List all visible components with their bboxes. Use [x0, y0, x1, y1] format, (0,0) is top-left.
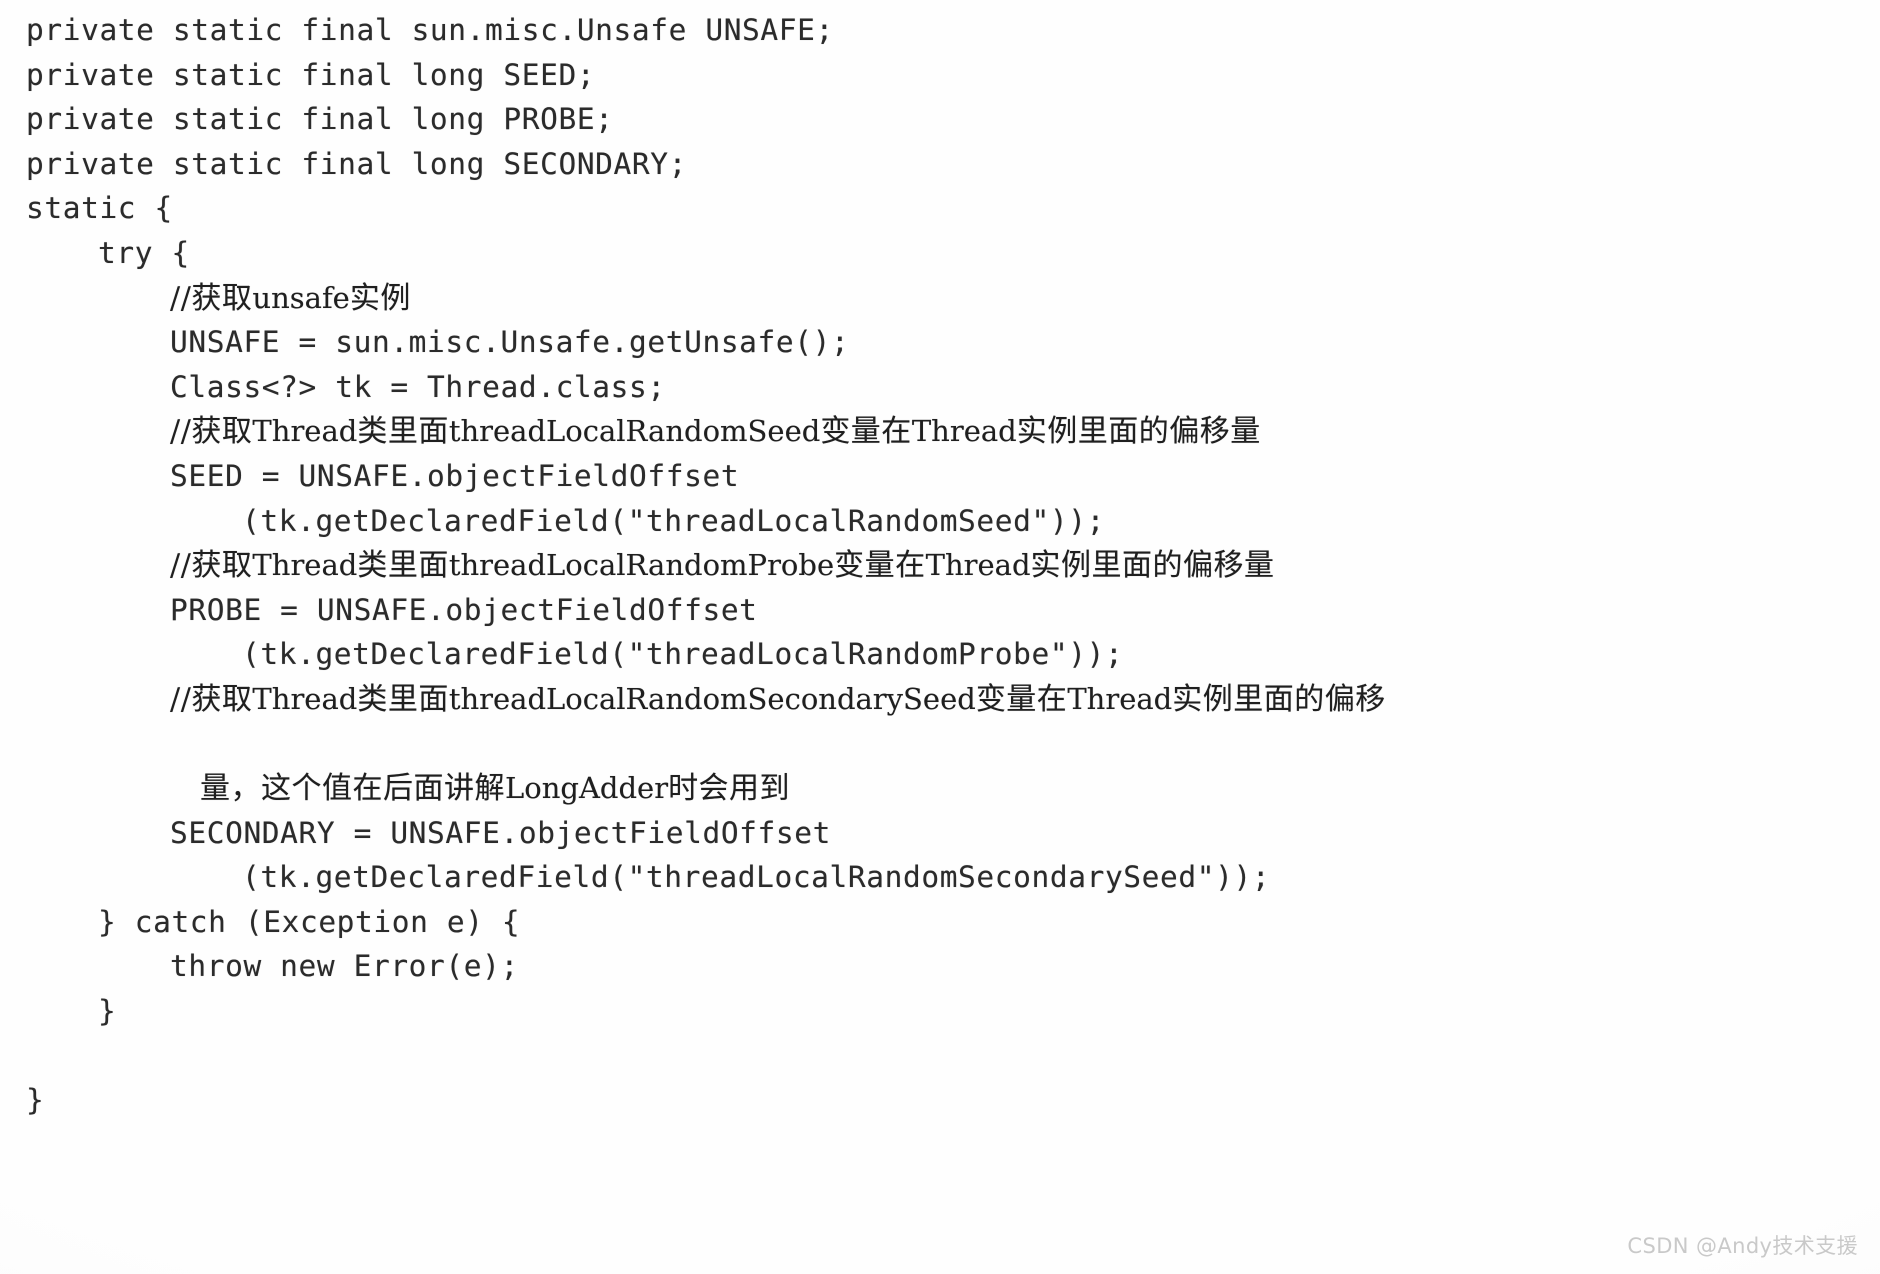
code-line: SECONDARY = UNSAFE.objectFieldOffset	[0, 811, 1880, 856]
comment-identifier: Thread	[911, 414, 1017, 449]
code-line: private static final sun.misc.Unsafe UNS…	[0, 8, 1880, 53]
comment-slashes: //	[170, 414, 192, 450]
comment-identifier: Thread	[252, 414, 358, 449]
code-line: //获取unsafe实例	[0, 276, 1880, 321]
comment-identifier: Thread	[1067, 681, 1173, 716]
comment-identifier: Thread	[252, 548, 358, 583]
chinese-comment-text: 时会用到	[668, 771, 791, 807]
code-line: }	[0, 1078, 1880, 1123]
chinese-comment-text: 获取	[191, 681, 253, 717]
code-listing: private static final sun.misc.Unsafe UNS…	[0, 0, 1880, 1123]
chinese-comment-text: 变量在	[834, 548, 926, 584]
code-text: Class<?> tk = Thread.class;	[170, 369, 666, 404]
chinese-comment-text: 获取	[191, 548, 253, 584]
code-line: (tk.getDeclaredField("threadLocalRandomP…	[0, 632, 1880, 677]
comment-slashes: //	[170, 681, 192, 717]
code-line: throw new Error(e);	[0, 944, 1880, 989]
code-line: SEED = UNSAFE.objectFieldOffset	[0, 454, 1880, 499]
code-text: private static final sun.misc.Unsafe UNS…	[26, 13, 834, 47]
code-line: static {	[0, 186, 1880, 231]
code-line: private static final long PROBE;	[0, 97, 1880, 142]
code-line: private static final long SECONDARY;	[0, 142, 1880, 187]
code-line: Class<?> tk = Thread.class;	[0, 365, 1880, 410]
code-text: private static final long SECONDARY;	[26, 146, 687, 181]
code-line: //获取Thread类里面threadLocalRandomSeed变量在Thr…	[0, 409, 1880, 454]
chinese-comment-text: 变量在	[820, 414, 912, 450]
code-line: try {	[0, 231, 1880, 276]
code-text: PROBE = UNSAFE.objectFieldOffset	[170, 592, 758, 627]
code-line: //获取Thread类里面threadLocalRandomSecondaryS…	[0, 677, 1880, 722]
code-text: (tk.getDeclaredField("threadLocalRandomS…	[242, 503, 1105, 538]
comment-slashes: //	[170, 280, 192, 316]
code-line: private static final long SEED;	[0, 53, 1880, 98]
comment-identifier: threadLocalRandomSeed	[448, 414, 821, 449]
code-text: }	[26, 1083, 45, 1118]
code-text: } catch (Exception e) {	[98, 904, 521, 939]
code-line: }	[0, 989, 1880, 1034]
comment-identifier: threadLocalRandomProbe	[448, 548, 835, 583]
comment-slashes: //	[170, 548, 192, 584]
comment-identifier: unsafe	[252, 280, 350, 315]
chinese-comment-text: 变量在	[975, 681, 1068, 717]
code-text: (tk.getDeclaredField("threadLocalRandomS…	[242, 860, 1271, 895]
chinese-comment-text: 实例里面的偏移	[1172, 681, 1386, 717]
code-line: (tk.getDeclaredField("threadLocalRandomS…	[0, 499, 1880, 544]
code-line: } catch (Exception e) {	[0, 900, 1880, 945]
chinese-comment-text: 量，这个值在后面讲解	[200, 771, 505, 807]
code-text: (tk.getDeclaredField("threadLocalRandomP…	[242, 637, 1124, 672]
chinese-comment-text: 实例里面的偏移量	[1030, 548, 1275, 584]
scanned-page: private static final sun.misc.Unsafe UNS…	[0, 0, 1880, 1274]
chinese-comment-text: 获取	[191, 414, 253, 450]
comment-identifier: Thread	[925, 548, 1031, 583]
code-line: PROBE = UNSAFE.objectFieldOffset	[0, 588, 1880, 633]
code-line: //获取Thread类里面threadLocalRandomProbe变量在Th…	[0, 543, 1880, 588]
chinese-comment-text: 类里面	[357, 414, 449, 450]
chinese-comment-text: 类里面	[357, 681, 449, 717]
code-line: 量，这个值在后面讲解LongAdder时会用到	[0, 766, 1880, 811]
code-text: try {	[98, 235, 190, 270]
code-line: UNSAFE = sun.misc.Unsafe.getUnsafe();	[0, 320, 1880, 365]
csdn-watermark: CSDN @Andy技术支援	[1627, 1234, 1858, 1258]
comment-identifier: LongAdder	[505, 771, 669, 806]
chinese-comment-text: 实例里面的偏移量	[1016, 414, 1261, 450]
code-text: }	[98, 994, 117, 1029]
chinese-comment-text: 实例	[349, 280, 411, 316]
code-text: throw new Error(e);	[170, 949, 519, 984]
comment-identifier: Thread	[252, 681, 358, 716]
chinese-comment-text: 类里面	[357, 548, 449, 584]
code-text: private static final long PROBE;	[26, 102, 614, 137]
code-text: SEED = UNSAFE.objectFieldOffset	[170, 458, 740, 493]
code-text: static {	[26, 191, 173, 226]
code-text: SECONDARY = UNSAFE.objectFieldOffset	[170, 815, 831, 850]
code-text: private static final long SEED;	[26, 57, 596, 92]
code-text: UNSAFE = sun.misc.Unsafe.getUnsafe();	[170, 325, 850, 360]
code-line: (tk.getDeclaredField("threadLocalRandomS…	[0, 855, 1880, 900]
comment-identifier: threadLocalRandomSecondarySeed	[448, 681, 976, 716]
chinese-comment-text: 获取	[191, 280, 253, 316]
